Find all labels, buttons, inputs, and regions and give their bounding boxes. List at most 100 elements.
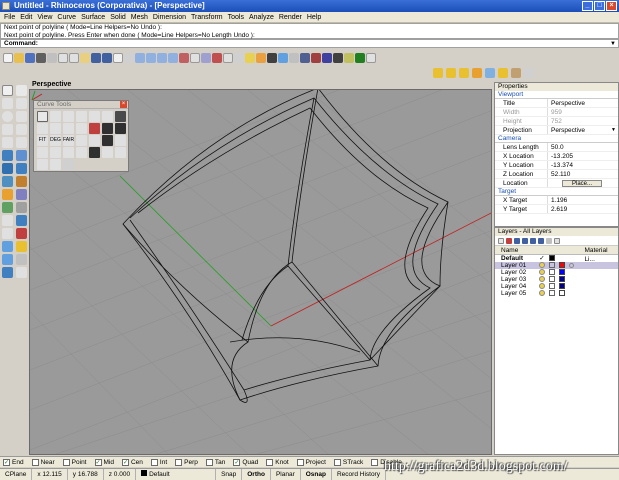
zoom-selected-icon[interactable] bbox=[168, 52, 178, 63]
unlock-icon[interactable] bbox=[549, 290, 555, 296]
extend-icon[interactable] bbox=[76, 111, 87, 122]
ellipse-icon[interactable] bbox=[2, 124, 13, 135]
print-icon[interactable] bbox=[36, 52, 46, 63]
filter-icon[interactable] bbox=[546, 238, 552, 244]
lens-length-field[interactable]: 50.0 bbox=[547, 143, 618, 151]
title-field[interactable]: Perspective bbox=[547, 99, 618, 107]
minimize-button[interactable]: _ bbox=[582, 1, 593, 11]
render-sun-icon[interactable] bbox=[433, 67, 443, 78]
checkbox-icon[interactable] bbox=[150, 458, 158, 466]
checkbox-icon[interactable] bbox=[175, 458, 183, 466]
array-icon[interactable] bbox=[2, 254, 13, 265]
layer-row-default[interactable]: Default ✓ bbox=[495, 255, 618, 262]
osnap-int[interactable]: Int bbox=[150, 458, 167, 466]
options-icon[interactable] bbox=[289, 52, 299, 63]
light-bulb-icon[interactable] bbox=[245, 52, 255, 63]
bend-icon[interactable] bbox=[50, 159, 61, 170]
light-bulb-icon[interactable] bbox=[539, 276, 545, 282]
checkbox-checked-icon[interactable]: ✓ bbox=[3, 458, 10, 466]
shade-icon[interactable] bbox=[311, 52, 321, 63]
help-icon[interactable] bbox=[366, 52, 376, 63]
checkbox-icon[interactable] bbox=[333, 458, 341, 466]
render-settings-icon[interactable] bbox=[524, 67, 534, 78]
crv-start-icon[interactable] bbox=[102, 147, 113, 158]
menu-transform[interactable]: Transform bbox=[189, 12, 225, 22]
layer-row-05[interactable]: Layer 05 bbox=[495, 290, 618, 297]
osnap-quad[interactable]: ✓ Quad bbox=[233, 458, 258, 466]
curve-tools-titlebar[interactable]: Curve Tools × bbox=[34, 101, 128, 109]
join-icon[interactable] bbox=[16, 202, 27, 213]
zoom-extents-icon[interactable] bbox=[157, 52, 167, 63]
paste-icon[interactable] bbox=[80, 52, 90, 63]
degree-icon[interactable]: DEG bbox=[50, 135, 61, 146]
copy-icon[interactable] bbox=[69, 52, 79, 63]
layer-row-04[interactable]: Layer 04 bbox=[495, 283, 618, 290]
menu-surface[interactable]: Surface bbox=[79, 12, 107, 22]
unlock-icon[interactable] bbox=[549, 283, 555, 289]
new-icon[interactable] bbox=[3, 52, 13, 63]
zoom-dynamic-icon[interactable] bbox=[135, 52, 145, 63]
car-icon[interactable] bbox=[212, 52, 222, 63]
pan-icon[interactable] bbox=[113, 52, 123, 63]
checkbox-checked-icon[interactable]: ✓ bbox=[233, 458, 241, 466]
fair-icon[interactable]: FAIR bbox=[63, 135, 74, 146]
adjust-seam-icon[interactable] bbox=[89, 135, 100, 146]
render-icon[interactable] bbox=[300, 52, 310, 63]
polyline-icon[interactable] bbox=[2, 98, 13, 109]
move-seam-icon[interactable] bbox=[76, 147, 87, 158]
layer-row-02[interactable]: Layer 02 bbox=[495, 269, 618, 276]
import-icon[interactable] bbox=[47, 52, 57, 63]
mirror-icon[interactable] bbox=[16, 241, 27, 252]
smooth-icon[interactable] bbox=[76, 135, 87, 146]
x-location-field[interactable]: -13.205 bbox=[547, 152, 618, 160]
handlebar-icon[interactable] bbox=[50, 147, 61, 158]
chevron-down-icon[interactable]: ▼ bbox=[611, 126, 616, 135]
checkbox-checked-icon[interactable]: ✓ bbox=[121, 458, 129, 466]
layer-color-swatch[interactable] bbox=[559, 269, 565, 275]
edit-point-icon[interactable] bbox=[89, 147, 100, 158]
move-up-icon[interactable] bbox=[514, 238, 520, 244]
layer-color-swatch[interactable] bbox=[559, 276, 565, 282]
layer-color-swatch[interactable] bbox=[559, 290, 565, 296]
material-icon[interactable] bbox=[498, 67, 508, 78]
projection-select[interactable]: Perspective ▼ bbox=[547, 126, 618, 134]
record-history-toggle[interactable]: Record History bbox=[332, 468, 386, 480]
new-layer-icon[interactable] bbox=[498, 238, 504, 244]
zoom-window-icon[interactable] bbox=[146, 52, 156, 63]
osnap-cen[interactable]: ✓ Cen bbox=[121, 458, 143, 466]
split-icon[interactable] bbox=[2, 202, 13, 213]
undo-view-icon[interactable] bbox=[179, 52, 189, 63]
current-layer[interactable]: Default bbox=[136, 468, 217, 480]
line-icon[interactable] bbox=[16, 98, 27, 109]
freeform-curve-icon[interactable] bbox=[2, 137, 13, 148]
ghosted-icon[interactable] bbox=[333, 52, 343, 63]
menu-curve[interactable]: Curve bbox=[55, 12, 78, 22]
place-button[interactable]: Place... bbox=[562, 180, 602, 187]
unlock-icon[interactable] bbox=[549, 269, 555, 275]
show-icon[interactable] bbox=[234, 52, 244, 63]
unlock-icon[interactable] bbox=[549, 276, 555, 282]
osnap-point[interactable]: Point bbox=[62, 458, 87, 466]
y-location-field[interactable]: -13.374 bbox=[547, 161, 618, 169]
unlock-icon[interactable] bbox=[549, 262, 555, 268]
undo-icon[interactable] bbox=[91, 52, 101, 63]
menu-render[interactable]: Render bbox=[277, 12, 304, 22]
checkbox-icon[interactable] bbox=[205, 458, 213, 466]
osnap-perp[interactable]: Perp bbox=[175, 458, 198, 466]
surface-icon[interactable] bbox=[2, 150, 13, 161]
analyze-icon[interactable] bbox=[2, 267, 13, 278]
four-viewports-icon[interactable] bbox=[190, 52, 200, 63]
rotate-icon[interactable] bbox=[16, 228, 27, 239]
blend-icon[interactable] bbox=[63, 111, 74, 122]
offset-icon[interactable] bbox=[102, 111, 113, 122]
layer-row-01[interactable]: Layer 01 bbox=[495, 262, 618, 269]
move-in-icon[interactable] bbox=[530, 238, 536, 244]
light-bulb-icon[interactable] bbox=[539, 269, 545, 275]
maximize-button[interactable]: □ bbox=[594, 1, 605, 11]
cplane-icon[interactable] bbox=[201, 52, 211, 63]
kink-icon[interactable] bbox=[115, 123, 126, 134]
y-target-field[interactable]: 2.619 bbox=[547, 205, 618, 213]
menu-analyze[interactable]: Analyze bbox=[247, 12, 276, 22]
line-curve-icon[interactable] bbox=[37, 159, 48, 170]
menu-tools[interactable]: Tools bbox=[226, 12, 246, 22]
